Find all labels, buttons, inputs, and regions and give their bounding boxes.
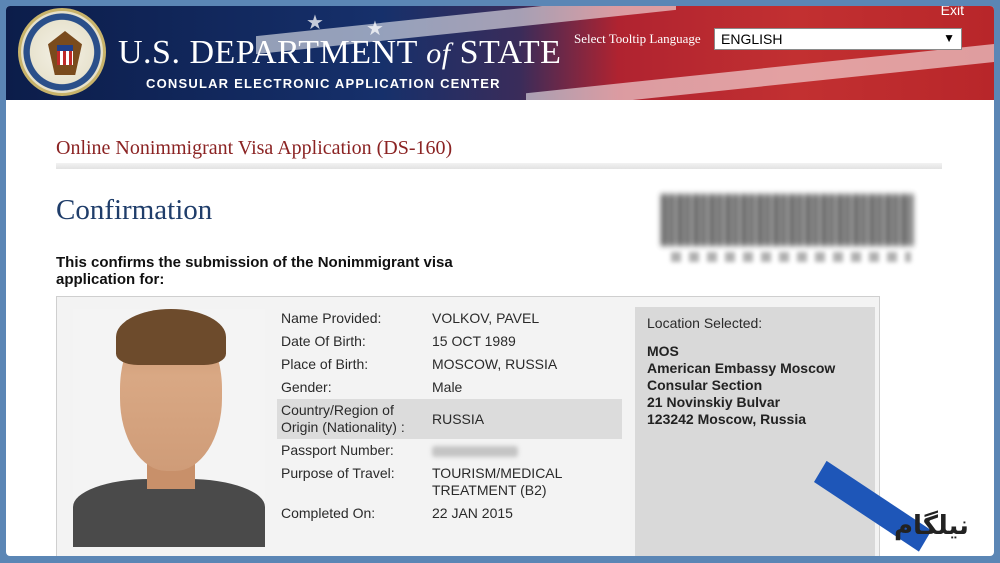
info-label: Place of Birth: bbox=[281, 356, 369, 372]
dept-title-suffix: STATE bbox=[459, 34, 562, 71]
shield-icon bbox=[57, 45, 73, 65]
passport-number-redacted bbox=[432, 442, 618, 459]
info-row-gender: Gender: Male bbox=[277, 376, 622, 399]
dropdown-arrow-icon[interactable]: ▼ bbox=[943, 31, 955, 45]
info-label: Gender: bbox=[281, 379, 332, 395]
info-value: Male bbox=[432, 379, 463, 395]
applicant-info: Name Provided: VOLKOV, PAVEL Date Of Bir… bbox=[277, 307, 622, 525]
state-department-seal-icon bbox=[18, 8, 106, 96]
info-label: Purpose of Travel: bbox=[281, 465, 395, 481]
info-label: Country/Region of Origin (Nationality) : bbox=[281, 402, 405, 435]
header-banner: ★ ★ U.S. DEPARTMENT of STATE CONSULAR EL… bbox=[6, 6, 994, 100]
barcode-number bbox=[671, 252, 911, 262]
info-row-name: Name Provided: VOLKOV, PAVEL bbox=[277, 307, 622, 330]
page-frame: ★ ★ U.S. DEPARTMENT of STATE CONSULAR EL… bbox=[6, 6, 994, 556]
location-street: 21 Novinskiy Bulvar bbox=[647, 394, 781, 410]
department-subtitle: CONSULAR ELECTRONIC APPLICATION CENTER bbox=[146, 76, 501, 91]
info-value: 22 JAN 2015 bbox=[432, 505, 513, 521]
location-box: Location Selected: MOS American Embassy … bbox=[635, 307, 875, 556]
department-title: U.S. DEPARTMENT of STATE bbox=[118, 34, 561, 72]
info-row-nationality: Country/Region of Origin (Nationality) :… bbox=[277, 399, 622, 439]
applicant-photo bbox=[73, 309, 265, 547]
redacted-block bbox=[432, 445, 518, 457]
info-value: MOSCOW, RUSSIA bbox=[432, 356, 558, 372]
info-value: 15 OCT 1989 bbox=[432, 333, 516, 349]
star-icon: ★ bbox=[306, 10, 324, 34]
photo-shirt bbox=[73, 479, 265, 547]
location-embassy: American Embassy Moscow bbox=[647, 360, 836, 376]
title-divider bbox=[56, 163, 942, 169]
info-label: Name Provided: bbox=[281, 310, 382, 326]
location-address: MOS American Embassy Moscow Consular Sec… bbox=[647, 343, 863, 428]
language-selected-value: ENGLISH bbox=[721, 31, 783, 47]
info-row-dob: Date Of Birth: 15 OCT 1989 bbox=[277, 330, 622, 353]
location-label: Location Selected: bbox=[647, 315, 763, 331]
info-row-place-of-birth: Place of Birth: MOSCOW, RUSSIA bbox=[277, 353, 622, 376]
info-value: RUSSIA bbox=[432, 410, 485, 427]
applicant-panel: Name Provided: VOLKOV, PAVEL Date Of Bir… bbox=[56, 296, 880, 556]
application-title: Online Nonimmigrant Visa Application (DS… bbox=[56, 137, 453, 159]
photo-hair bbox=[116, 309, 226, 365]
info-value: VOLKOV, PAVEL bbox=[432, 310, 540, 326]
location-city: 123242 Moscow, Russia bbox=[647, 411, 807, 427]
tooltip-language-select[interactable]: ENGLISH ▼ bbox=[714, 28, 962, 50]
tooltip-language-label: Select Tooltip Language bbox=[574, 31, 701, 46]
watermark-text: نیلگام bbox=[894, 511, 969, 541]
info-row-completed: Completed On: 22 JAN 2015 bbox=[277, 502, 622, 525]
info-label: Passport Number: bbox=[281, 442, 394, 458]
page-title: Confirmation bbox=[56, 194, 213, 226]
exit-link[interactable]: Exit bbox=[941, 6, 964, 18]
info-label: Date Of Birth: bbox=[281, 333, 366, 349]
info-label: Completed On: bbox=[281, 505, 376, 521]
location-code: MOS bbox=[647, 343, 679, 359]
confirmation-message: This confirms the submission of the Noni… bbox=[56, 254, 453, 288]
info-row-purpose: Purpose of Travel: TOURISM/MEDICAL TREAT… bbox=[277, 462, 622, 502]
location-section: Consular Section bbox=[647, 377, 763, 393]
dept-title-of: of bbox=[426, 37, 451, 70]
info-row-passport: Passport Number: bbox=[277, 439, 622, 462]
info-value: TOURISM/MEDICAL TREATMENT (B2) bbox=[432, 465, 562, 498]
dept-title-prefix: U.S. DEPARTMENT bbox=[118, 34, 418, 71]
flag-stripe bbox=[526, 42, 994, 100]
barcode-image bbox=[661, 194, 913, 246]
